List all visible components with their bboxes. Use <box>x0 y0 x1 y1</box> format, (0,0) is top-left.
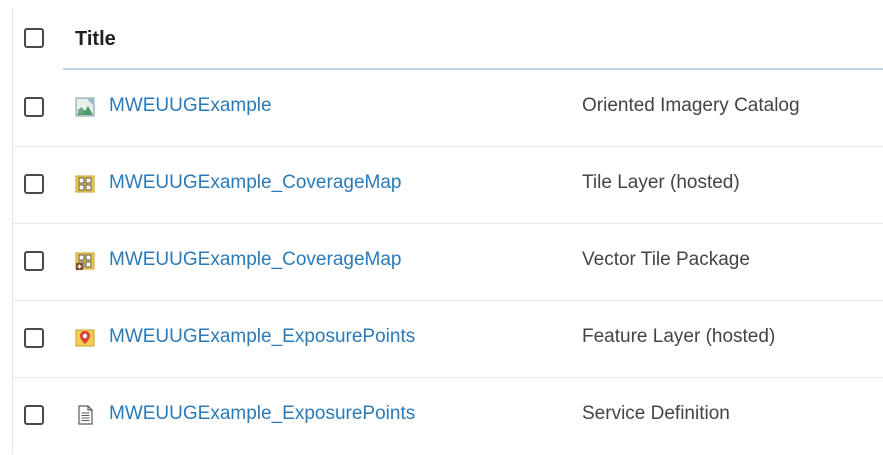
item-title-link[interactable]: MWEUUGExample_CoverageMap <box>109 172 402 194</box>
table-row: MWEUUGExample Oriented Imagery Catalog <box>13 70 883 147</box>
item-title-link[interactable]: MWEUUGExample_ExposurePoints <box>109 326 415 348</box>
table-row: MWEUUGExample_ExposurePoints Service Def… <box>13 378 883 455</box>
row-checkbox[interactable] <box>24 328 44 348</box>
row-checkbox[interactable] <box>24 174 44 194</box>
item-title-link[interactable]: MWEUUGExample_CoverageMap <box>109 249 402 271</box>
table-row: MWEUUGExample_CoverageMap Vector Tile Pa… <box>13 224 883 301</box>
items-table: Title MWEUUGExample Oriented Imagery Cat… <box>12 8 883 454</box>
table-row: MWEUUGExample_CoverageMap Tile Layer (ho… <box>13 147 883 224</box>
oriented-imagery-icon <box>75 97 95 117</box>
row-checkbox[interactable] <box>24 97 44 117</box>
service-definition-icon <box>78 405 93 425</box>
tile-layer-icon <box>75 175 95 193</box>
item-type: Service Definition <box>582 403 730 424</box>
feature-layer-icon <box>75 329 95 347</box>
title-column-header[interactable]: Title <box>75 28 116 51</box>
vector-tile-package-icon <box>75 252 95 270</box>
table-row: MWEUUGExample_ExposurePoints Feature Lay… <box>13 301 883 378</box>
item-type: Tile Layer (hosted) <box>582 172 740 193</box>
row-checkbox[interactable] <box>24 251 44 271</box>
item-type: Oriented Imagery Catalog <box>582 95 800 116</box>
item-title-link[interactable]: MWEUUGExample_ExposurePoints <box>109 403 415 425</box>
select-all-checkbox[interactable] <box>24 28 44 48</box>
item-title-link[interactable]: MWEUUGExample <box>109 95 272 117</box>
row-checkbox[interactable] <box>24 405 44 425</box>
item-type: Vector Tile Package <box>582 249 750 270</box>
table-header: Title <box>13 8 883 70</box>
item-type: Feature Layer (hosted) <box>582 326 776 347</box>
